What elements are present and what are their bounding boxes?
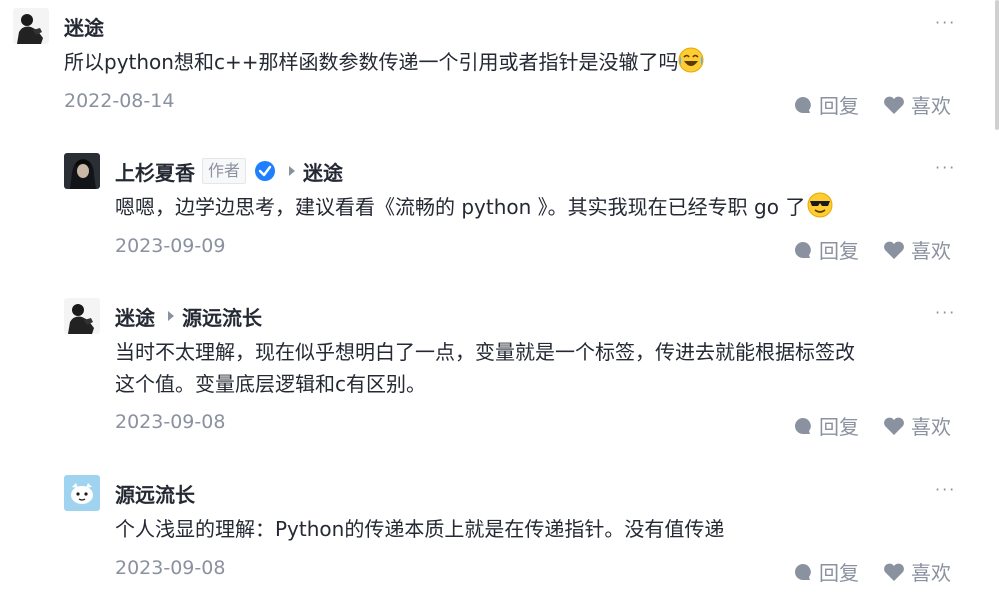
comment-text: 所以python想和c++那样函数参数传递一个引用或者指针是没辙了吗 xyxy=(64,46,704,78)
comment-actions: 回复 喜欢 xyxy=(793,411,951,440)
avatar[interactable] xyxy=(64,153,100,189)
comment-text-content: 嗯嗯，边学边思考，建议看看《流畅的 python 》。其实我现在已经专职 go … xyxy=(115,195,806,219)
comment-bubble-icon xyxy=(795,563,811,580)
like-label: 喜欢 xyxy=(911,415,951,439)
username[interactable]: 迷途 xyxy=(115,302,155,331)
reply-button[interactable]: 回复 xyxy=(793,557,859,586)
comment-3: 迷途 源远流长 当时不太理解，现在似乎想明白了一点，变量就是一个标签，传进去就能… xyxy=(64,298,973,443)
more-icon[interactable]: ··· xyxy=(935,303,956,322)
comment-text-line: 这个值。变量底层逻辑和c有区别。 xyxy=(115,372,426,396)
comment-text: 嗯嗯，边学边思考，建议看看《流畅的 python 》。其实我现在已经专职 go … xyxy=(115,191,833,223)
heart-icon xyxy=(884,96,904,114)
reply-button[interactable]: 回复 xyxy=(793,235,859,264)
comment-header: 源远流长 xyxy=(115,475,195,511)
comment-header: 迷途 源远流长 xyxy=(115,298,262,334)
like-label: 喜欢 xyxy=(911,239,951,263)
like-button[interactable]: 喜欢 xyxy=(883,557,951,586)
comment-actions: 回复 喜欢 xyxy=(793,90,951,119)
like-button[interactable]: 喜欢 xyxy=(883,411,951,440)
heart-icon xyxy=(884,417,904,435)
reply-label: 回复 xyxy=(819,561,859,585)
reply-arrow-icon xyxy=(168,311,174,321)
like-button[interactable]: 喜欢 xyxy=(883,235,951,264)
comment-bubble-icon xyxy=(795,241,811,258)
author-badge: 作者 xyxy=(202,158,247,184)
cool-sunglasses-emoji xyxy=(807,192,833,218)
like-label: 喜欢 xyxy=(911,94,951,118)
more-icon[interactable]: ··· xyxy=(935,158,956,177)
comment-1: 迷途 所以python想和c++那样函数参数传递一个引用或者指针是没辙了吗 20… xyxy=(13,8,973,118)
verified-badge-icon xyxy=(255,161,276,181)
comment-bubble-icon xyxy=(795,417,811,434)
heart-icon xyxy=(884,563,904,581)
reply-to-username[interactable]: 迷途 xyxy=(303,157,343,186)
comment-text-content: 所以python想和c++那样函数参数传递一个引用或者指针是没辙了吗 xyxy=(64,50,679,74)
avatar[interactable] xyxy=(13,8,49,44)
comment-actions: 回复 喜欢 xyxy=(793,557,951,586)
scrollbar[interactable] xyxy=(995,0,999,130)
heart-icon xyxy=(884,241,904,259)
comment-date: 2023-09-09 xyxy=(115,235,226,257)
comment-date: 2023-09-08 xyxy=(115,557,226,579)
reply-to-username[interactable]: 源远流长 xyxy=(182,302,262,331)
comment-4: 源远流长 个人浅显的理解：Python的传递本质上就是在传递指针。没有值传递 2… xyxy=(64,475,973,590)
reply-label: 回复 xyxy=(819,239,859,263)
comment-bubble-icon xyxy=(795,96,811,113)
more-icon[interactable]: ··· xyxy=(935,480,956,499)
username[interactable]: 上杉夏香 xyxy=(115,157,195,186)
reply-button[interactable]: 回复 xyxy=(793,90,859,119)
comment-header: 迷途 xyxy=(64,8,104,44)
comment-text-line: 当时不太理解，现在似乎想明白了一点，变量就是一个标签，传进去就能根据标签改 xyxy=(115,340,855,364)
comment-text-content: 个人浅显的理解：Python的传递本质上就是在传递指针。没有值传递 xyxy=(115,517,725,541)
comment-text: 当时不太理解，现在似乎想明白了一点，变量就是一个标签，传进去就能根据标签改 这个… xyxy=(115,336,855,400)
like-label: 喜欢 xyxy=(911,561,951,585)
reply-label: 回复 xyxy=(819,94,859,118)
reply-button[interactable]: 回复 xyxy=(793,411,859,440)
comment-text: 个人浅显的理解：Python的传递本质上就是在传递指针。没有值传递 xyxy=(115,513,724,545)
comment-2: 上杉夏香 作者 迷途 嗯嗯，边学边思考，建议看看《流畅的 python 》。其实… xyxy=(64,153,973,263)
crying-laughing-emoji xyxy=(678,47,704,73)
reply-label: 回复 xyxy=(819,415,859,439)
comment-actions: 回复 喜欢 xyxy=(793,235,951,264)
comment-date: 2023-09-08 xyxy=(115,411,226,433)
username[interactable]: 源远流长 xyxy=(115,479,195,508)
comment-header: 上杉夏香 作者 迷途 xyxy=(115,153,343,189)
avatar[interactable] xyxy=(64,475,100,511)
more-icon[interactable]: ··· xyxy=(935,13,956,32)
like-button[interactable]: 喜欢 xyxy=(883,90,951,119)
reply-arrow-icon xyxy=(289,166,296,176)
avatar[interactable] xyxy=(64,298,100,334)
username[interactable]: 迷途 xyxy=(64,12,104,41)
comment-date: 2022-08-14 xyxy=(64,90,175,112)
